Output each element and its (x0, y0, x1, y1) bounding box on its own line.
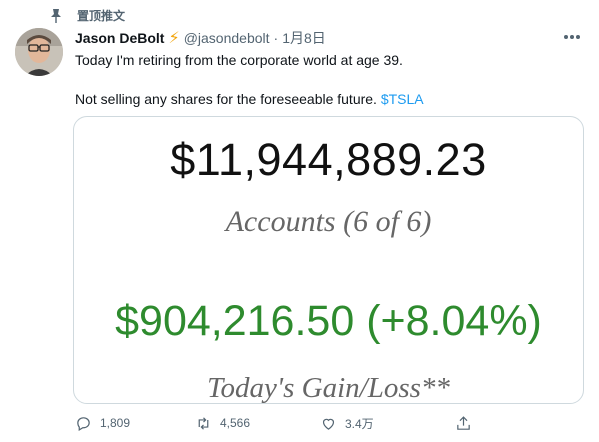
share-button[interactable] (455, 415, 472, 432)
like-count: 3.4万 (345, 416, 374, 431)
reply-button[interactable]: 1,809 (75, 415, 195, 432)
cashtag-link[interactable]: $TSLA (381, 91, 424, 107)
accounts-label: Accounts (6 of 6) (225, 205, 432, 238)
pin-icon (51, 8, 61, 23)
retweet-count: 4,566 (220, 416, 251, 430)
avatar-photo (15, 28, 63, 76)
author-name[interactable]: Jason DeBolt (75, 30, 164, 46)
todays-gain-value: $904,216.50 (+8.04%) (115, 297, 542, 345)
pinned-tweet-indicator: 置顶推文 (49, 7, 125, 24)
author-handle[interactable]: @jasondebolt (184, 30, 270, 46)
retweet-button[interactable]: 4,566 (195, 415, 320, 432)
account-balance: $11,944,889.23 (170, 134, 487, 185)
meta-separator: · (273, 30, 279, 46)
tweet-actions: 1,809 4,566 3.4万 (75, 413, 505, 433)
heart-icon (322, 418, 335, 430)
like-button[interactable]: 3.4万 (320, 415, 455, 432)
lightning-bolt-icon: ⚡ (168, 30, 180, 47)
tweet-text-line-1: Today I'm retiring from the corporate wo… (75, 52, 403, 68)
reply-count: 1,809 (100, 416, 131, 430)
tweet-text-line-2: Not selling any shares for the foreseeab… (75, 91, 424, 107)
pinned-label: 置顶推文 (77, 9, 126, 23)
reply-icon (77, 416, 90, 431)
todays-gain-label: Today's Gain/Loss** (207, 372, 450, 404)
retweet-icon (198, 416, 209, 430)
more-options-icon[interactable] (564, 30, 584, 44)
tweet-header: Jason DeBolt ⚡ @jasondebolt · 1月8日 (75, 28, 326, 48)
tweet-text: Not selling any shares for the foreseeab… (75, 91, 377, 107)
tweet-image[interactable]: $11,944,889.23 Accounts (6 of 6) $904,21… (73, 116, 584, 404)
avatar[interactable] (15, 28, 63, 76)
share-icon (457, 415, 470, 430)
tweet-date[interactable]: 1月8日 (282, 28, 326, 48)
